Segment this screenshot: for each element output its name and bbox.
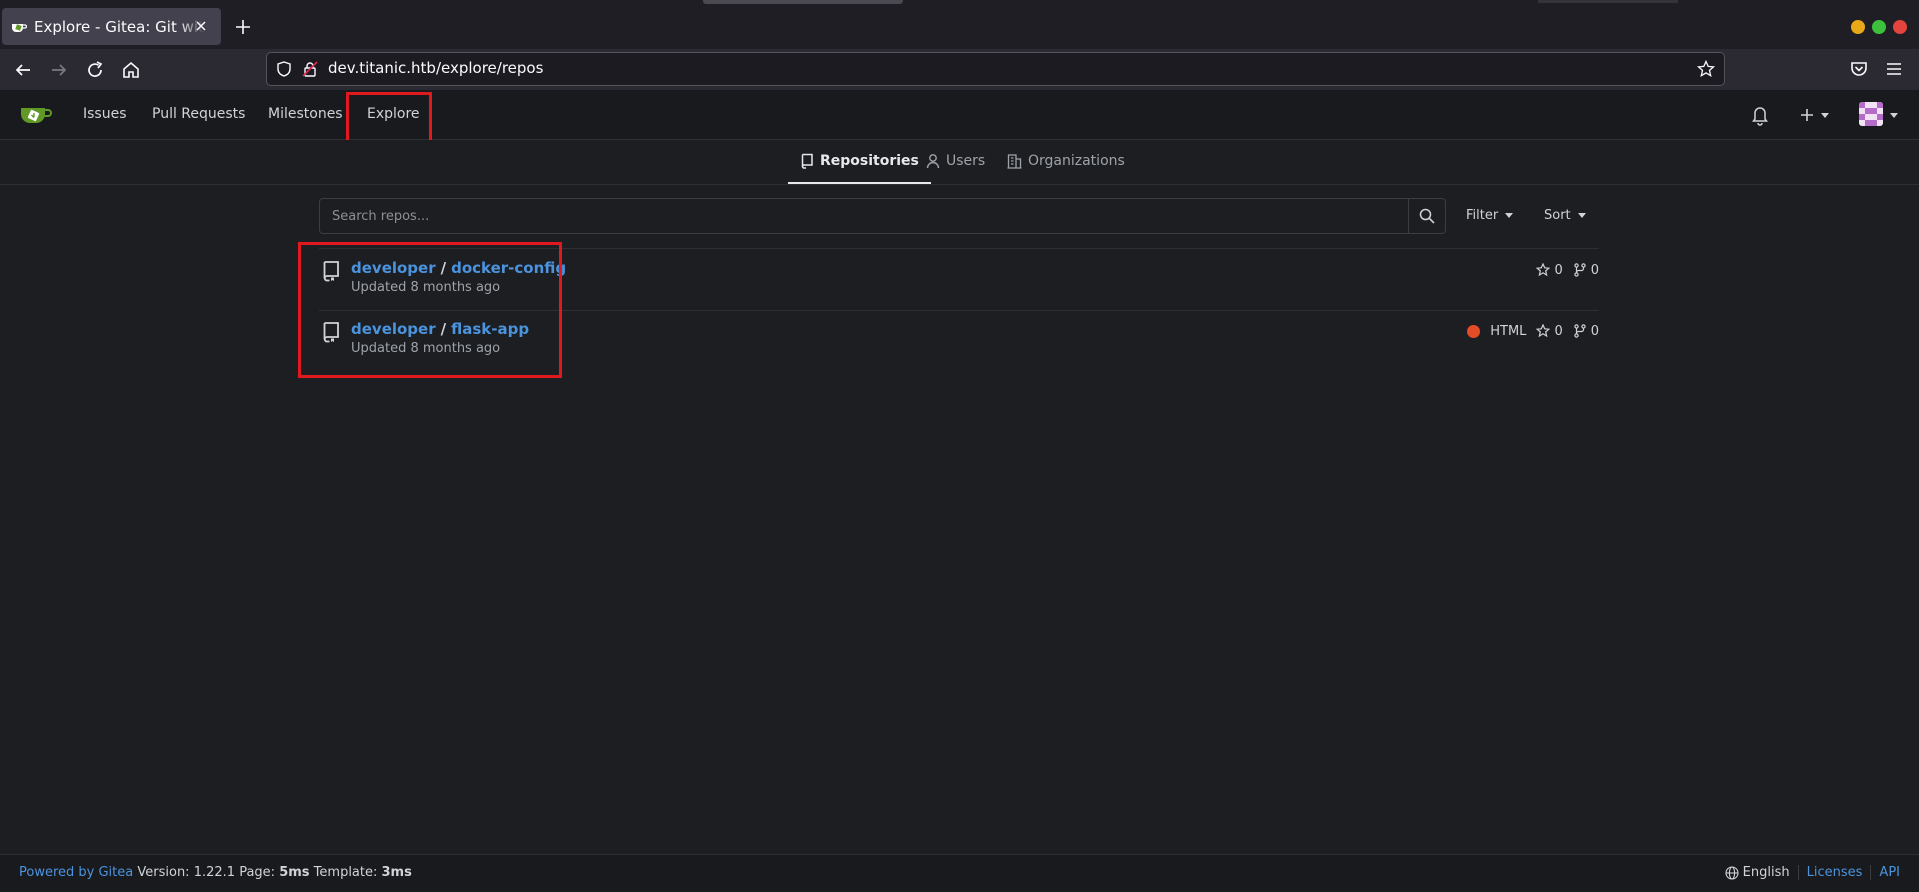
gitea-navbar: Issues Pull Requests Milestones Explore [0, 90, 1919, 143]
star-icon [1536, 324, 1551, 338]
tab-users[interactable]: Users [926, 140, 985, 182]
repo-search-bar [319, 198, 1446, 234]
footer-divider [1797, 865, 1799, 880]
repo-stats: HTML 0 0 [1457, 321, 1599, 341]
shield-icon[interactable] [275, 60, 293, 78]
language-selector[interactable]: English [1743, 865, 1790, 880]
browser-toolbar: dev.titanic.htb/explore/repos [0, 49, 1919, 90]
sort-label: Sort [1544, 208, 1571, 223]
page-time-label: Page: [239, 865, 276, 880]
person-icon [926, 154, 940, 169]
repo-stars[interactable]: 0 [1536, 262, 1563, 278]
tab-repositories[interactable]: Repositories [788, 140, 931, 184]
star-count: 0 [1554, 262, 1563, 278]
notification-bell-icon[interactable] [1750, 104, 1770, 126]
fork-count: 0 [1590, 262, 1599, 278]
search-icon [1419, 208, 1435, 224]
repo-forks[interactable]: 0 [1573, 324, 1599, 339]
fork-count: 0 [1590, 323, 1599, 339]
filter-dropdown[interactable]: Filter [1466, 198, 1514, 234]
tab-organizations-label: Organizations [1028, 153, 1125, 169]
repo-language: HTML [1467, 324, 1526, 339]
explore-highlight-box [346, 92, 432, 143]
repo-forks[interactable]: 0 [1573, 263, 1599, 278]
powered-by-link[interactable]: Powered by Gitea [19, 865, 133, 880]
nav-pull-requests[interactable]: Pull Requests [152, 90, 245, 139]
reload-icon[interactable] [84, 59, 106, 81]
pocket-icon[interactable] [1849, 59, 1869, 79]
gitea-favicon-icon [12, 23, 27, 32]
address-bar[interactable]: dev.titanic.htb/explore/repos [266, 52, 1725, 86]
create-dropdown-chevron-down-icon[interactable] [1821, 113, 1829, 118]
language-color-dot [1467, 324, 1481, 338]
url-text[interactable]: dev.titanic.htb/explore/repos [328, 59, 543, 77]
tab-overflow-indicator [703, 0, 903, 4]
repo-stars[interactable]: 0 [1536, 323, 1563, 339]
template-time-label: Template: [313, 865, 378, 880]
search-button[interactable] [1408, 199, 1445, 233]
close-window-button[interactable] [1893, 20, 1907, 34]
filter-chevron-down-icon [1505, 213, 1514, 218]
language-label: HTML [1490, 323, 1527, 339]
tab-title: Explore - Gitea: Git with a cup of tea [34, 17, 204, 36]
browser-tab[interactable]: Explore - Gitea: Git with a cup of tea [2, 8, 221, 45]
star-icon [1536, 263, 1551, 277]
footer-left: Powered by Gitea Version: 1.22.1 Page: 5… [19, 865, 412, 880]
tab-overflow-indicator-right [1538, 0, 1678, 3]
repo-icon [801, 153, 813, 169]
new-tab-icon[interactable] [233, 17, 253, 37]
close-tab-icon[interactable] [193, 18, 209, 34]
user-menu-chevron-down-icon[interactable] [1890, 113, 1898, 118]
repos-highlight-box [298, 242, 562, 378]
star-count: 0 [1554, 323, 1563, 339]
gitea-logo-icon[interactable] [20, 102, 52, 127]
licenses-link[interactable]: Licenses [1807, 865, 1863, 880]
version-text: Version: 1.22.1 [137, 865, 236, 880]
organization-icon [1007, 154, 1022, 169]
repo-stats: 0 0 [1526, 260, 1599, 280]
back-arrow-icon[interactable] [12, 59, 34, 81]
sort-chevron-down-icon [1577, 213, 1586, 218]
user-avatar[interactable] [1859, 102, 1883, 126]
identicon-avatar-icon [1859, 102, 1883, 126]
bookmark-star-icon[interactable] [1696, 59, 1716, 79]
minimize-window-button[interactable] [1851, 20, 1865, 34]
maximize-window-button[interactable] [1872, 20, 1886, 34]
footer-right: English Licenses API [1725, 865, 1900, 880]
fork-icon [1574, 324, 1586, 338]
fork-icon [1574, 263, 1586, 277]
tab-repositories-label: Repositories [820, 153, 919, 169]
home-icon[interactable] [120, 59, 142, 81]
template-time-value: 3ms [381, 865, 412, 880]
tab-organizations[interactable]: Organizations [1007, 140, 1125, 182]
nav-issues[interactable]: Issues [83, 90, 127, 139]
plus-icon[interactable] [1797, 104, 1817, 126]
nav-milestones[interactable]: Milestones [268, 90, 343, 139]
forward-arrow-icon[interactable] [48, 59, 70, 81]
browser-tab-bar: Explore - Gitea: Git with a cup of tea [0, 0, 1919, 49]
api-link[interactable]: API [1879, 865, 1900, 880]
hamburger-menu-icon[interactable] [1884, 59, 1904, 79]
explore-tabs: Repositories Users Organizations [0, 140, 1919, 185]
sort-dropdown[interactable]: Sort [1544, 198, 1586, 234]
globe-icon [1725, 865, 1739, 880]
footer-divider [1870, 865, 1872, 880]
search-input[interactable] [320, 199, 1408, 233]
insecure-lock-icon[interactable] [301, 60, 319, 78]
page-footer: Powered by Gitea Version: 1.22.1 Page: 5… [0, 854, 1919, 892]
filter-label: Filter [1466, 208, 1499, 223]
page-time-value: 5ms [279, 865, 310, 880]
tab-users-label: Users [946, 153, 986, 169]
